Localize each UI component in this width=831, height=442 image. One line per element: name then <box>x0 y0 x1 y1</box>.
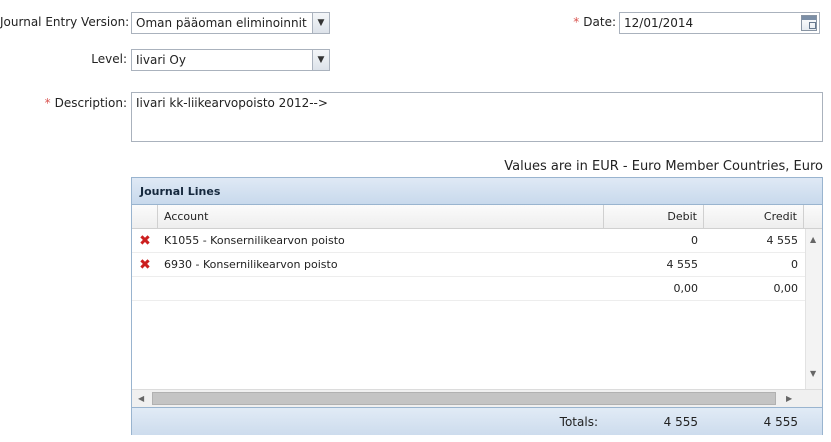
header-blank <box>132 205 158 228</box>
journal-version-label: Journal Entry Version: <box>0 15 130 29</box>
journal-lines-grid: Journal Lines Account Debit Credit ✖ K10… <box>131 177 823 435</box>
totals-row: Totals: 4 555 4 555 <box>132 407 822 435</box>
scroll-thumb[interactable] <box>152 392 776 405</box>
level-label: Level: <box>91 52 127 66</box>
grid-body: ✖ K1055 - Konsernilikearvon poisto 0 4 5… <box>132 229 822 407</box>
scroll-right-icon[interactable]: ▶ <box>786 394 792 403</box>
column-debit[interactable]: Debit <box>604 205 704 228</box>
date-label-text: Date: <box>583 15 616 29</box>
debit-cell[interactable]: 4 555 <box>604 253 704 276</box>
calendar-icon[interactable] <box>801 15 817 31</box>
description-label: * Description: <box>0 96 127 110</box>
currency-note: Values are in EUR - Euro Member Countrie… <box>504 159 823 174</box>
level-value: Iivari Oy <box>136 53 186 67</box>
journal-version-value: Oman pääoman eliminoinnit <box>136 16 307 30</box>
date-field[interactable]: 12/01/2014 <box>619 12 820 34</box>
credit-cell[interactable]: 0 <box>704 253 804 276</box>
date-value: 12/01/2014 <box>624 16 694 30</box>
description-textarea[interactable]: Iivari kk-liikearvopoisto 2012--> <box>131 92 823 142</box>
table-row[interactable]: ✖ 6930 - Konsernilikearvon poisto 4 555 … <box>132 253 822 277</box>
journal-version-select[interactable]: Oman pääoman eliminoinnit ▼ <box>131 12 330 34</box>
account-cell[interactable]: K1055 - Konsernilikearvon poisto <box>158 229 604 252</box>
column-credit[interactable]: Credit <box>704 205 804 228</box>
grid-header: Account Debit Credit <box>132 205 822 229</box>
sum-debit: 0,00 <box>673 282 699 295</box>
required-mark: * <box>44 96 51 110</box>
credit-cell[interactable]: 4 555 <box>704 229 804 252</box>
delete-icon[interactable]: ✖ <box>139 234 151 248</box>
scroll-left-icon[interactable]: ◀ <box>138 394 144 403</box>
delete-icon[interactable]: ✖ <box>139 258 151 272</box>
totals-credit: 4 555 <box>763 414 798 429</box>
scroll-up-icon[interactable]: ▲ <box>810 235 816 244</box>
debit-cell[interactable]: 0 <box>604 229 704 252</box>
date-label: * Date: <box>540 15 616 29</box>
description-label-text: Description: <box>54 96 127 110</box>
sum-row: 0,00 0,00 <box>132 277 822 301</box>
scroll-down-icon[interactable]: ▼ <box>810 369 816 378</box>
chevron-down-icon[interactable]: ▼ <box>312 50 329 70</box>
horizontal-scrollbar[interactable]: ◀ ▶ <box>132 389 822 407</box>
table-row[interactable]: ✖ K1055 - Konsernilikearvon poisto 0 4 5… <box>132 229 822 253</box>
totals-label: Totals: <box>559 414 598 429</box>
chevron-down-icon[interactable]: ▼ <box>312 13 329 33</box>
sum-credit: 0,00 <box>773 282 799 295</box>
vertical-scrollbar[interactable]: ▲ ▼ <box>805 229 822 389</box>
level-select[interactable]: Iivari Oy ▼ <box>131 49 330 71</box>
required-mark: * <box>573 15 580 29</box>
account-cell[interactable]: 6930 - Konsernilikearvon poisto <box>158 253 604 276</box>
column-account[interactable]: Account <box>158 205 604 228</box>
grid-title: Journal Lines <box>132 178 822 205</box>
totals-debit: 4 555 <box>663 414 698 429</box>
